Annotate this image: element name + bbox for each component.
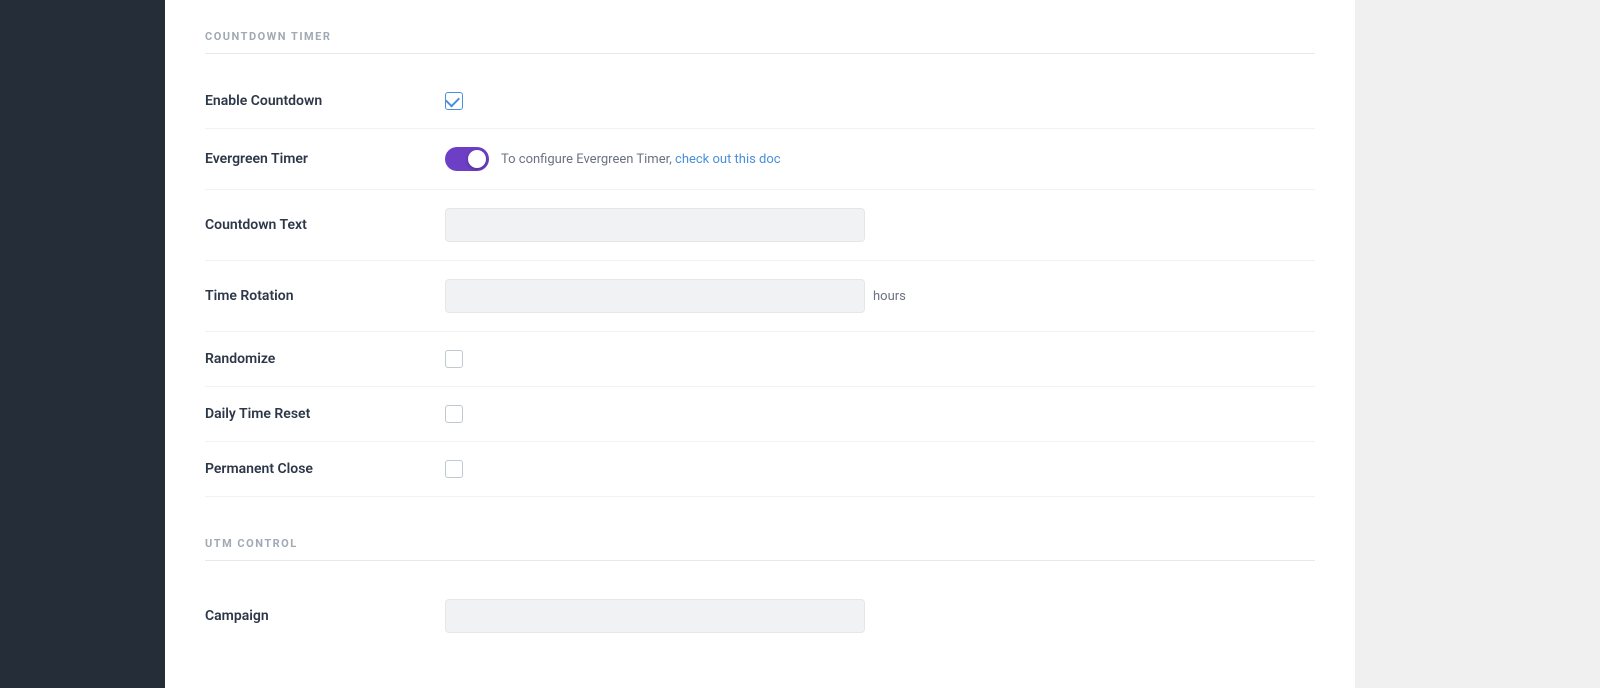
campaign-control <box>445 599 1315 633</box>
daily-time-reset-row: Daily Time Reset <box>205 387 1315 442</box>
main-content: COUNTDOWN TIMER Enable Countdown Evergre… <box>165 0 1355 688</box>
time-rotation-row: Time Rotation hours <box>205 261 1315 332</box>
permanent-close-control <box>445 460 1315 478</box>
countdown-text-input[interactable] <box>445 208 865 242</box>
enable-countdown-checkbox[interactable] <box>445 92 463 110</box>
evergreen-timer-label: Evergreen Timer <box>205 151 445 167</box>
toggle-knob <box>468 150 486 168</box>
campaign-row: Campaign <box>205 581 1315 651</box>
campaign-label: Campaign <box>205 608 445 624</box>
time-rotation-control: hours <box>445 279 1315 313</box>
toggle-track <box>445 147 489 171</box>
right-panel <box>1355 0 1600 688</box>
enable-countdown-row: Enable Countdown <box>205 74 1315 129</box>
utm-control-section: UTM CONTROL Campaign <box>205 537 1315 651</box>
daily-time-reset-control <box>445 405 1315 423</box>
countdown-text-label: Countdown Text <box>205 217 445 233</box>
time-rotation-label: Time Rotation <box>205 288 445 304</box>
randomize-row: Randomize <box>205 332 1315 387</box>
daily-time-reset-checkbox[interactable] <box>445 405 463 423</box>
countdown-timer-section-title: COUNTDOWN TIMER <box>205 30 1315 54</box>
countdown-text-row: Countdown Text <box>205 190 1315 261</box>
campaign-input[interactable] <box>445 599 865 633</box>
enable-countdown-label: Enable Countdown <box>205 93 445 109</box>
permanent-close-label: Permanent Close <box>205 461 445 477</box>
evergreen-timer-doc-link[interactable]: check out this doc <box>675 152 781 167</box>
sidebar <box>0 0 165 688</box>
evergreen-timer-hint: To configure Evergreen Timer, check out … <box>501 152 781 167</box>
time-rotation-input[interactable] <box>445 279 865 313</box>
permanent-close-checkbox[interactable] <box>445 460 463 478</box>
evergreen-timer-toggle[interactable] <box>445 147 489 171</box>
time-rotation-suffix: hours <box>873 289 906 304</box>
enable-countdown-control <box>445 92 1315 110</box>
evergreen-timer-control: To configure Evergreen Timer, check out … <box>445 147 1315 171</box>
permanent-close-row: Permanent Close <box>205 442 1315 497</box>
randomize-checkbox[interactable] <box>445 350 463 368</box>
countdown-text-control <box>445 208 1315 242</box>
randomize-label: Randomize <box>205 351 445 367</box>
daily-time-reset-label: Daily Time Reset <box>205 406 445 422</box>
utm-control-section-title: UTM CONTROL <box>205 537 1315 561</box>
section-gap <box>205 497 1315 527</box>
randomize-control <box>445 350 1315 368</box>
evergreen-timer-row: Evergreen Timer To configure Evergreen T… <box>205 129 1315 190</box>
